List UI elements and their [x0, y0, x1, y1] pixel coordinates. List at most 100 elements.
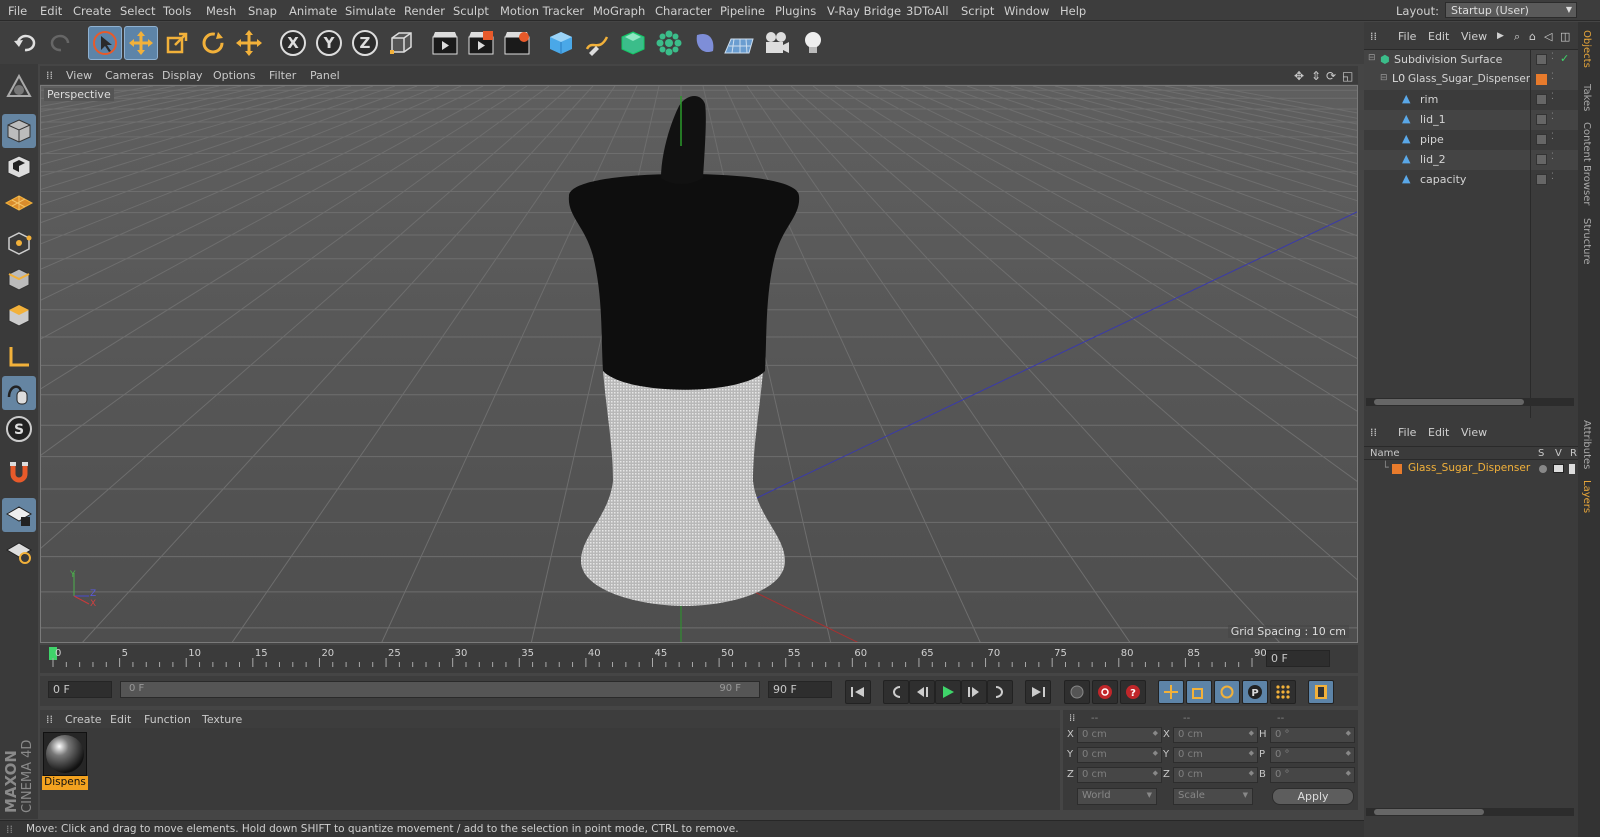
menu-edit[interactable]: Edit: [40, 4, 62, 18]
layer-color-tag[interactable]: [1536, 74, 1547, 85]
tab-attributes[interactable]: Attributes: [1581, 420, 1592, 469]
viewport-menu-view[interactable]: View: [66, 69, 92, 82]
layer-color-swatch[interactable]: [1392, 464, 1402, 474]
object-row-glass-sugar-dispenser[interactable]: ⊟ L0 Glass_Sugar_Dispenser ⁚: [1364, 70, 1578, 90]
object-render-dots[interactable]: ⁚: [1551, 52, 1554, 62]
cloner-icon[interactable]: [652, 26, 686, 60]
render-picture-viewer-icon[interactable]: [464, 26, 498, 60]
object-row-lid-2[interactable]: ▲ lid_2 ⁚: [1364, 150, 1578, 170]
coord-size-y-field[interactable]: 0 cm ◆: [1173, 747, 1258, 763]
end-frame-field[interactable]: 90 F: [768, 681, 832, 698]
tab-content-browser[interactable]: Content Browser: [1581, 122, 1592, 205]
menu-simulate[interactable]: Simulate: [345, 4, 396, 18]
record-off-icon[interactable]: [1064, 680, 1090, 704]
coord-rot-h-field[interactable]: 0 ° ◆: [1270, 727, 1355, 743]
coord-mode-world-dropdown[interactable]: World ▼: [1077, 788, 1157, 805]
menu-character[interactable]: Character: [655, 4, 712, 18]
object-visibility-toggle[interactable]: [1536, 94, 1547, 105]
coord-size-x-field[interactable]: 0 cm ◆: [1173, 727, 1258, 743]
layer-solo-toggle[interactable]: [1539, 465, 1547, 473]
menu-script[interactable]: Script: [961, 4, 994, 18]
model-mode-icon[interactable]: [2, 114, 36, 148]
material-menu-create[interactable]: Create: [65, 713, 102, 726]
coord-rot-p-field[interactable]: 0 ° ◆: [1270, 747, 1355, 763]
undo-icon[interactable]: [8, 26, 42, 60]
workplane-icon[interactable]: [2, 186, 36, 220]
coord-mode-scale-dropdown[interactable]: Scale ▼: [1173, 788, 1253, 805]
menu-snap[interactable]: Snap: [248, 4, 277, 18]
viewport-menu-panel[interactable]: Panel: [310, 69, 340, 82]
menu-select[interactable]: Select: [120, 4, 155, 18]
deformer-icon[interactable]: [688, 26, 722, 60]
object-home-icon[interactable]: ⌂: [1529, 30, 1536, 43]
object-render-dots[interactable]: ⁚: [1551, 132, 1554, 142]
object-row-capacity[interactable]: ▲ capacity ⁚: [1364, 170, 1578, 190]
layer-render-toggle[interactable]: [1569, 464, 1575, 474]
layout-dropdown[interactable]: Startup (User) ▼: [1445, 2, 1577, 18]
menu-mograph[interactable]: MoGraph: [593, 4, 645, 18]
timeline-ruler[interactable]: 0 5 10 15 20 25 30 35 40 45 50 55 60 65 70 75 80 85 90 0 F: [40, 645, 1358, 673]
layer-view-eye-icon[interactable]: [1553, 464, 1564, 473]
coord-pos-y-field[interactable]: 0 cm ◆: [1077, 747, 1162, 763]
viewport-menu-options[interactable]: Options: [213, 69, 255, 82]
menu-mesh[interactable]: Mesh: [206, 4, 236, 18]
viewport-rotate-icon[interactable]: ⟳: [1326, 69, 1336, 83]
object-render-dots[interactable]: ⁚: [1551, 112, 1554, 122]
menu-create[interactable]: Create: [73, 4, 111, 18]
live-select-icon[interactable]: [88, 26, 122, 60]
menu-tools[interactable]: Tools: [163, 4, 191, 18]
viewport-move-icon[interactable]: ✥: [1294, 69, 1304, 83]
menu-help[interactable]: Help: [1060, 4, 1086, 18]
locked-workplane-icon[interactable]: [2, 534, 36, 568]
material-name[interactable]: Dispens: [42, 776, 88, 790]
axis-mode-icon[interactable]: [2, 340, 36, 374]
object-render-dots[interactable]: ⁚: [1551, 152, 1554, 162]
material-menu-function[interactable]: Function: [144, 713, 191, 726]
layer-menu-view[interactable]: View: [1461, 426, 1487, 439]
viewport-menu-filter[interactable]: Filter: [269, 69, 296, 82]
viewport-menu-display[interactable]: Display: [162, 69, 203, 82]
menu-vray-bridge[interactable]: V-Ray Bridge: [827, 4, 901, 18]
pen-icon[interactable]: [580, 26, 614, 60]
viewport-zoom-icon[interactable]: ⇕: [1311, 69, 1321, 83]
key-position-icon[interactable]: [1158, 680, 1184, 704]
object-visibility-toggle[interactable]: [1536, 54, 1547, 65]
transform-icon[interactable]: [232, 26, 266, 60]
tweak-icon[interactable]: [2, 376, 36, 410]
key-parameter-icon[interactable]: P: [1242, 680, 1268, 704]
prev-frame-icon[interactable]: [909, 680, 935, 704]
rotate-icon[interactable]: [196, 26, 230, 60]
object-menu-file[interactable]: File: [1398, 30, 1416, 43]
object-row-subdivision-surface[interactable]: ⊟ ⬢ Subdivision Surface ⁚ ✓: [1364, 50, 1578, 70]
auto-keying-icon[interactable]: ?: [1120, 680, 1146, 704]
menu-motion-tracker[interactable]: Motion Tracker: [500, 4, 584, 18]
object-render-dots[interactable]: ⁚: [1551, 172, 1554, 182]
object-layout-icon[interactable]: ◫: [1560, 30, 1570, 43]
key-rotation-icon[interactable]: [1214, 680, 1240, 704]
object-visibility-toggle[interactable]: [1536, 134, 1547, 145]
polygons-mode-icon[interactable]: [2, 298, 36, 332]
tab-layers[interactable]: Layers: [1581, 480, 1592, 513]
current-frame-field[interactable]: 0 F: [1266, 650, 1330, 667]
lock-workplane-icon[interactable]: [2, 498, 36, 532]
edges-mode-icon[interactable]: [2, 262, 36, 296]
menu-window[interactable]: Window: [1004, 4, 1049, 18]
object-visibility-toggle[interactable]: [1536, 114, 1547, 125]
coord-pos-z-field[interactable]: 0 cm ◆: [1077, 767, 1162, 783]
move-icon[interactable]: [124, 26, 158, 60]
layer-menu-file[interactable]: File: [1398, 426, 1416, 439]
texture-mode-icon[interactable]: [2, 150, 36, 184]
start-frame-field[interactable]: 0 F: [48, 681, 112, 698]
timeline-window-icon[interactable]: [1308, 680, 1334, 704]
object-menu-more-icon[interactable]: ▶: [1497, 31, 1504, 41]
light-icon[interactable]: [796, 26, 830, 60]
object-hscrollbar[interactable]: [1366, 398, 1574, 406]
object-row-lid-1[interactable]: ▲ lid_1 ⁚: [1364, 110, 1578, 130]
object-render-dots[interactable]: ⁚: [1551, 92, 1554, 102]
x-axis-icon[interactable]: X: [276, 26, 310, 60]
key-pla-icon[interactable]: [1270, 680, 1296, 704]
coordinate-system-icon[interactable]: [384, 26, 418, 60]
coord-pos-x-field[interactable]: 0 cm ◆: [1077, 727, 1162, 743]
object-visibility-toggle[interactable]: [1536, 154, 1547, 165]
object-visibility-toggle[interactable]: [1536, 174, 1547, 185]
